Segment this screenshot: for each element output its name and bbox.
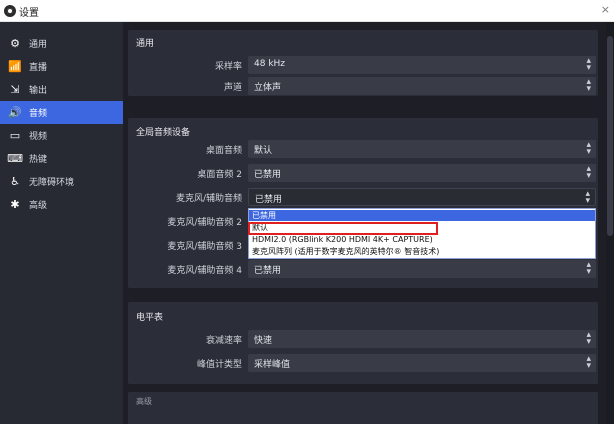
sidebar-item-label: 高级	[29, 201, 48, 211]
decay-rate-select[interactable]: 快速 ▴ ▾	[248, 330, 596, 348]
mic-aux-select[interactable]: 已禁用 ▴ ▾	[248, 188, 596, 206]
mic-aux-4-label: 麦克风/辅助音频 4	[167, 266, 242, 276]
vertical-scrollbar[interactable]	[606, 22, 614, 424]
mic-aux-2-label: 麦克风/辅助音频 2	[167, 218, 242, 228]
audio-icon: 🔊	[8, 106, 22, 119]
meters-title: 电平表	[136, 313, 164, 323]
sidebar-item-1[interactable]: 📶 直播	[0, 55, 123, 78]
sidebar-item-label: 热键	[29, 155, 48, 165]
decay-rate-label: 衰减速率	[205, 336, 242, 346]
channels-value: 立体声	[254, 83, 282, 93]
peak-meter-select[interactable]: 采样峰值 ▴ ▾	[248, 354, 596, 372]
mic-aux-3-label: 麦克风/辅助音频 3	[167, 242, 242, 252]
decay-rate-value: 快速	[254, 336, 273, 346]
sidebar: ⚙ 通用 📶 直播 ⇲ 输出 🔊 音频 ▭ 视频 ⌨ 热键 ♿ 无障碍环境 ✱ 高级	[0, 22, 123, 424]
updown-arrows-icon: ▴ ▾	[586, 260, 591, 277]
highlight-box	[248, 222, 438, 235]
desktop-audio-2-row: 桌面音频 2 已禁用 ▴ ▾	[128, 164, 598, 182]
sidebar-item-label: 视频	[29, 132, 48, 142]
peak-meter-label: 峰值计类型	[196, 360, 242, 370]
mic-aux-4-value: 已禁用	[254, 266, 282, 276]
general-group-title: 通用	[136, 39, 155, 49]
dropdown-option-disabled[interactable]: 已禁用	[249, 210, 595, 221]
updown-arrows-icon: ▴ ▾	[586, 164, 591, 181]
desktop-audio-select[interactable]: 默认 ▴ ▾	[248, 140, 596, 158]
output-icon: ⇲	[10, 83, 20, 96]
advanced-icon: ✱	[10, 198, 20, 211]
gear-icon: ⚙	[10, 37, 20, 50]
mic-aux-row: 麦克风/辅助音频 已禁用 ▴ ▾	[128, 188, 598, 206]
sidebar-item-3[interactable]: 🔊 音频	[0, 101, 123, 124]
sidebar-item-label: 直播	[29, 63, 48, 73]
general-group: 通用 采样率 48 kHz ▴ ▾ 声道 立体声 ▴ ▾	[128, 30, 598, 96]
scrollbar-thumb[interactable]	[607, 36, 613, 236]
updown-arrows-icon: ▴ ▾	[586, 77, 591, 94]
updown-arrows-icon: ▴ ▾	[586, 56, 591, 73]
sidebar-item-7[interactable]: ✱ 高级	[0, 193, 123, 216]
dropdown-option-mic-array[interactable]: 麦克风阵列 (适用于数字麦克风的英特尔® 智音技术)	[249, 246, 595, 257]
desktop-audio-2-label: 桌面音频 2	[197, 170, 242, 180]
sidebar-item-label: 通用	[29, 40, 48, 50]
global-audio-group: 全局音频设备 桌面音频 默认 ▴ ▾ 桌面音频 2 已禁用 ▴ ▾ 麦克风/辅助音频…	[128, 118, 598, 288]
monitor-icon: ▭	[9, 129, 21, 142]
channels-select[interactable]: 立体声 ▴ ▾	[248, 77, 596, 95]
advanced-group-title: 高级	[136, 397, 152, 406]
desktop-audio-label: 桌面音频	[205, 146, 242, 156]
updown-arrows-icon: ▴ ▾	[586, 330, 591, 347]
obs-logo-icon	[4, 5, 16, 17]
settings-window: 设置 × ⚙ 通用 📶 直播 ⇲ 输出 🔊 音频 ▭ 视频 ⌨ 热键 ♿ 无障碍环境 ✱ 高级 通用 采样率 …	[0, 0, 614, 424]
accessibility-icon: ♿	[10, 175, 20, 188]
sidebar-item-label: 音频	[29, 109, 48, 119]
mic-aux-label: 麦克风/辅助音频	[175, 194, 242, 204]
sidebar-item-5[interactable]: ⌨ 热键	[0, 147, 123, 170]
meters-group: 电平表 衰减速率 快速 ▴ ▾ 峰值计类型 采样峰值 ▴ ▾	[128, 302, 598, 384]
sidebar-item-2[interactable]: ⇲ 输出	[0, 78, 123, 101]
desktop-audio-2-value: 已禁用	[254, 170, 282, 180]
title-bar: 设置 ×	[0, 0, 614, 22]
peak-meter-row: 峰值计类型 采样峰值 ▴ ▾	[128, 354, 598, 372]
sidebar-item-4[interactable]: ▭ 视频	[0, 124, 123, 147]
channels-label: 声道	[223, 83, 242, 93]
mic-aux-4-select[interactable]: 已禁用 ▴ ▾	[248, 260, 596, 278]
peak-meter-value: 采样峰值	[254, 360, 291, 370]
sidebar-nav: ⚙ 通用 📶 直播 ⇲ 输出 🔊 音频 ▭ 视频 ⌨ 热键 ♿ 无障碍环境 ✱ 高级	[0, 32, 123, 216]
keyboard-icon: ⌨	[7, 152, 23, 165]
updown-arrows-icon: ▴ ▾	[586, 354, 591, 371]
updown-arrows-icon: ▴ ▾	[585, 189, 590, 206]
sample-rate-select[interactable]: 48 kHz ▴ ▾	[248, 56, 596, 74]
sample-rate-value: 48 kHz	[254, 59, 286, 69]
sidebar-item-0[interactable]: ⚙ 通用	[0, 32, 123, 55]
desktop-audio-value: 默认	[254, 146, 273, 156]
updown-arrows-icon: ▴ ▾	[586, 140, 591, 157]
desktop-audio-row: 桌面音频 默认 ▴ ▾	[128, 140, 598, 158]
channels-row: 声道 立体声 ▴ ▾	[128, 77, 598, 95]
decay-rate-row: 衰减速率 快速 ▴ ▾	[128, 330, 598, 348]
sample-rate-row: 采样率 48 kHz ▴ ▾	[128, 56, 598, 74]
broadcast-icon: 📶	[8, 60, 22, 73]
advanced-group: 高级	[128, 392, 598, 424]
sidebar-item-label: 输出	[29, 86, 48, 96]
global-audio-title: 全局音频设备	[136, 128, 191, 138]
sidebar-item-6[interactable]: ♿ 无障碍环境	[0, 170, 123, 193]
mic-aux-value: 已禁用	[255, 195, 283, 205]
close-icon[interactable]: ×	[601, 3, 610, 16]
dropdown-option-hdmi-capture[interactable]: HDMI2.0 (RGBlink K200 HDMI 4K+ CAPTURE)	[249, 234, 595, 245]
window-title: 设置	[19, 8, 39, 19]
sample-rate-label: 采样率	[214, 62, 242, 72]
desktop-audio-2-select[interactable]: 已禁用 ▴ ▾	[248, 164, 596, 182]
mic-aux-4-row: 麦克风/辅助音频 4 已禁用 ▴ ▾	[128, 260, 598, 278]
sidebar-item-label: 无障碍环境	[29, 178, 75, 188]
